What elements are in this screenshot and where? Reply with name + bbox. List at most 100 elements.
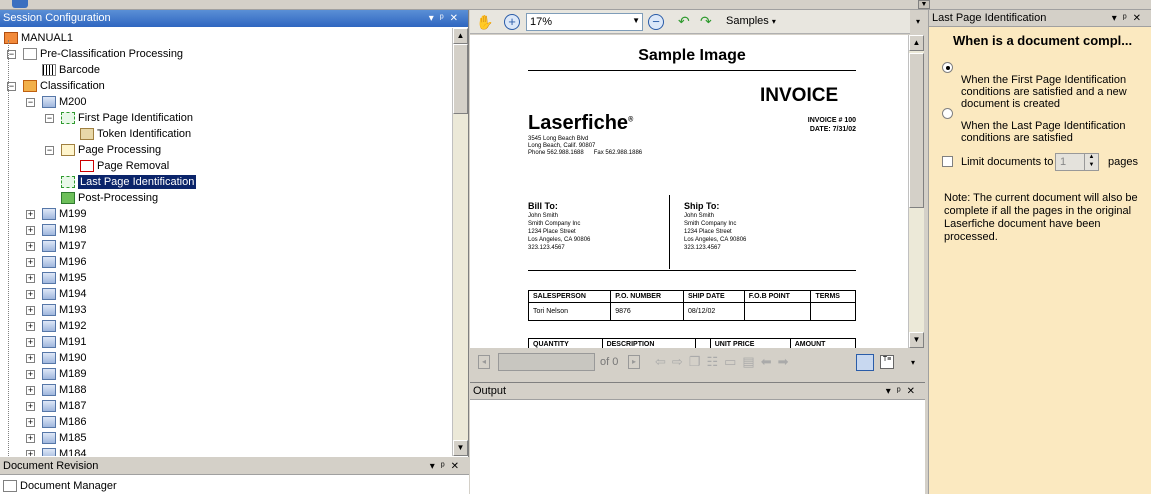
scroll-down-icon[interactable]: ▼ — [453, 440, 468, 456]
tree-item[interactable]: − First Page Identification — [45, 110, 193, 126]
hand-tool-icon[interactable]: ✋ — [476, 14, 493, 31]
close-icon[interactable]: ✕ — [451, 461, 465, 472]
expand-icon[interactable]: + — [26, 402, 35, 411]
last-page-radio[interactable] — [942, 108, 953, 119]
dropdown-icon[interactable]: ▾ — [1112, 13, 1123, 24]
close-icon[interactable]: ✕ — [907, 386, 921, 397]
option-first-page[interactable]: When the First Page Identification condi… — [942, 62, 1142, 110]
zoom-out-icon[interactable]: − — [648, 14, 664, 30]
pin-icon[interactable]: ᵖ — [897, 386, 907, 397]
expand-icon[interactable]: + — [26, 450, 35, 456]
tree-item[interactable]: + M187 — [26, 398, 87, 414]
app-icon[interactable] — [12, 0, 28, 8]
arrow-right-icon[interactable]: ⇨ — [672, 354, 689, 369]
close-icon[interactable]: ✕ — [1133, 13, 1147, 24]
expand-icon[interactable]: + — [26, 370, 35, 379]
scroll-down-icon[interactable]: ▼ — [909, 332, 924, 348]
previous-page-icon[interactable]: ◂ — [478, 355, 490, 369]
expand-icon[interactable]: + — [26, 226, 35, 235]
page-icon[interactable]: ▭ — [724, 354, 742, 369]
tree-item[interactable]: Post-Processing — [61, 190, 158, 206]
expand-icon[interactable]: + — [26, 338, 35, 347]
tree-item[interactable]: Token Identification — [80, 126, 191, 142]
expand-icon[interactable]: + — [26, 386, 35, 395]
viewer-scrollbar[interactable]: ▲ ▼ — [908, 35, 924, 348]
tree-item[interactable]: + M196 — [26, 254, 87, 270]
arrow-left-icon[interactable]: ⇦ — [655, 354, 672, 369]
tree-item[interactable]: + M185 — [26, 430, 87, 446]
tree-item[interactable]: + M189 — [26, 366, 87, 382]
first-page-radio[interactable] — [942, 62, 953, 73]
next-page-icon[interactable]: ▸ — [628, 355, 640, 369]
collapse-icon[interactable]: − — [45, 146, 54, 155]
collapse-icon[interactable]: − — [45, 114, 54, 123]
rotate-right-icon[interactable]: ↷ — [700, 13, 712, 30]
scroll-up-icon[interactable]: ▲ — [453, 28, 468, 44]
zoom-in-icon[interactable]: + — [504, 14, 520, 30]
option-last-page[interactable]: When the Last Page Identification condit… — [942, 108, 1142, 144]
stepper-down-icon[interactable]: ▼ — [1084, 162, 1098, 170]
tree-item[interactable]: − Page Processing — [45, 142, 161, 158]
close-icon[interactable]: ✕ — [450, 13, 464, 24]
dropdown-icon[interactable]: ▾ — [429, 13, 440, 24]
copy-page-icon[interactable]: ❐ — [689, 354, 707, 369]
dropdown-icon[interactable]: ▾ — [430, 461, 441, 472]
tree-item[interactable]: + M192 — [26, 318, 87, 334]
tree-item[interactable]: + M191 — [26, 334, 87, 350]
document-manager-item[interactable]: Document Manager — [3, 478, 117, 494]
expand-icon[interactable]: + — [26, 210, 35, 219]
tree-item[interactable]: Barcode — [42, 62, 100, 78]
tree-item[interactable]: + M190 — [26, 350, 87, 366]
samples-menu[interactable]: Samples ▾ — [726, 15, 776, 27]
tree-item[interactable]: Page Removal — [80, 158, 169, 174]
tree-item[interactable]: + M186 — [26, 414, 87, 430]
text-view-icon[interactable]: T≡ — [880, 355, 894, 369]
zoom-select[interactable]: 17% ▼ — [526, 13, 643, 31]
tree-item[interactable]: MANUAL1 — [4, 30, 73, 46]
expand-icon[interactable]: + — [26, 242, 35, 251]
scroll-thumb[interactable] — [909, 53, 924, 208]
pin-icon[interactable]: ᵖ — [441, 461, 451, 472]
stepper-up-icon[interactable]: ▲ — [1084, 154, 1098, 162]
scroll-thumb[interactable] — [453, 44, 468, 114]
expand-icon[interactable]: + — [26, 274, 35, 283]
limit-documents-checkbox[interactable] — [942, 156, 953, 167]
scroll-up-icon[interactable]: ▲ — [909, 35, 924, 51]
collapse-icon[interactable]: − — [26, 98, 35, 107]
back-icon[interactable]: ⬅ — [761, 354, 778, 369]
tree-item[interactable]: + M194 — [26, 286, 87, 302]
pin-icon[interactable]: ᵖ — [1123, 13, 1133, 24]
nav-menu-arrow-icon[interactable]: ▾ — [911, 358, 915, 367]
expand-icon[interactable]: + — [26, 290, 35, 299]
expand-icon[interactable]: + — [26, 354, 35, 363]
session-tree-scrollbar[interactable]: ▲ ▼ — [452, 28, 468, 456]
tree-item[interactable]: − M200 — [26, 94, 87, 110]
tree-item-selected[interactable]: Last Page Identification — [61, 174, 197, 190]
tree-item[interactable]: + M195 — [26, 270, 87, 286]
pin-icon[interactable]: ᵖ — [440, 13, 450, 24]
thumbnail-view-icon[interactable] — [856, 354, 874, 371]
expand-icon[interactable]: + — [26, 258, 35, 267]
tree-item[interactable]: + M199 — [26, 206, 87, 222]
page-number-input[interactable] — [498, 353, 595, 371]
tree-item[interactable]: + M188 — [26, 382, 87, 398]
tree-item[interactable]: + M193 — [26, 302, 87, 318]
paste-page-icon[interactable]: ▤ — [742, 354, 760, 369]
expand-icon[interactable]: + — [26, 418, 35, 427]
expand-icon[interactable]: + — [26, 306, 35, 315]
tree-item[interactable]: + M184 — [26, 446, 87, 456]
tree-item[interactable]: + M197 — [26, 238, 87, 254]
tree-item[interactable]: − Classification — [7, 78, 105, 94]
viewer-menu-arrow-icon[interactable]: ▾ — [911, 10, 925, 34]
rotate-left-icon[interactable]: ↶ — [678, 13, 690, 30]
limit-documents-stepper[interactable]: 1 ▲ ▼ — [1055, 153, 1099, 171]
forward-icon[interactable]: ➡ — [778, 354, 795, 369]
tree-item[interactable]: − Pre-Classification Processing — [7, 46, 183, 62]
tree-item[interactable]: + M198 — [26, 222, 87, 238]
dropdown-icon[interactable]: ▾ — [886, 386, 897, 397]
expand-icon[interactable]: + — [26, 322, 35, 331]
chevron-down-icon[interactable]: ▼ — [632, 16, 640, 25]
dropdown-arrow-icon[interactable]: ▼ — [918, 0, 930, 9]
expand-icon[interactable]: + — [26, 434, 35, 443]
split-page-icon[interactable]: ☷ — [706, 354, 724, 369]
